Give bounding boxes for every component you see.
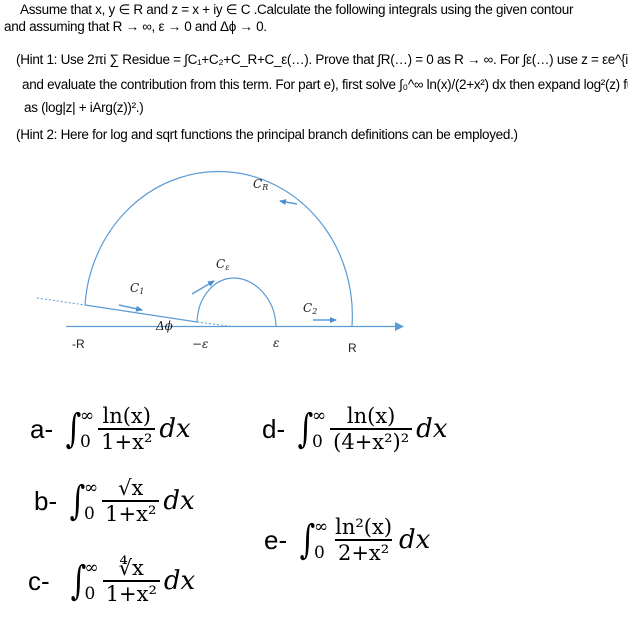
real-axis-arrowhead-icon <box>395 322 404 331</box>
upper-limit: ∞ <box>84 558 99 578</box>
denominator: 1+x² <box>102 500 160 526</box>
label-CR: CR <box>253 177 268 192</box>
denominator: 2+x² <box>334 539 393 565</box>
hint1-line-3: as (log|z| + iArg(z))².) <box>24 100 144 115</box>
differential: dx <box>163 486 195 516</box>
intro-line-1: Assume that x, y ∈ R and z = x + iy ∈ C … <box>20 2 574 17</box>
differential: dx <box>159 414 191 444</box>
label-Ceps: Cε <box>216 257 229 272</box>
integral-c: c- ∫ ∞ 0 ∜x 1+x² dx <box>28 556 195 606</box>
integral-sign-icon: ∫ <box>70 558 86 604</box>
arrow-C1-icon <box>118 304 143 312</box>
contour-diagram: CR Cε C1 C2 Δϕ -R −ε ε R <box>36 170 404 355</box>
hint1-line-1: (Hint 1: Use 2πi ∑ Residue = ∫C₁+C₂+C_R+… <box>16 52 628 67</box>
integral-sign-icon: ∫ <box>65 406 82 452</box>
integral-sign-icon: ∫ <box>69 478 86 524</box>
upper-limit: ∞ <box>83 478 99 498</box>
label-C1: C1 <box>130 281 144 296</box>
label-minus-R: -R <box>72 337 85 351</box>
numerator: √x <box>118 476 144 500</box>
hint1-line-2: and evaluate the contribution from this … <box>22 77 628 92</box>
lower-limit: 0 <box>79 432 91 452</box>
integral-a-label: a- <box>30 413 54 444</box>
lower-limit: 0 <box>311 432 323 452</box>
differential: dx <box>416 414 448 444</box>
integral-d: d- ∫ ∞ 0 ln(x) (4+x²)² dx <box>262 404 447 454</box>
label-delta-phi: Δϕ <box>155 319 173 333</box>
label-eps: ε <box>273 336 279 350</box>
label-minus-eps: −ε <box>192 337 209 351</box>
intro-line-2: and assuming that R → ∞, ε → 0 and Δϕ → … <box>4 19 267 34</box>
numerator: ∜x <box>118 556 144 580</box>
lower-limit: 0 <box>84 584 96 604</box>
numerator: ln(x) <box>102 404 151 428</box>
integral-b: b- ∫ ∞ 0 √x 1+x² dx <box>34 476 195 526</box>
denominator: 1+x² <box>98 428 156 454</box>
integral-sign-icon: ∫ <box>297 406 314 452</box>
dashed-extension-left <box>36 297 86 306</box>
hint2: (Hint 2: Here for log and sqrt functions… <box>16 127 518 142</box>
arrow-CR-icon <box>279 199 298 205</box>
upper-limit: ∞ <box>311 406 327 426</box>
numerator: ln(x) <box>346 404 396 428</box>
label-R: R <box>348 341 357 355</box>
arc-CR <box>84 170 353 327</box>
arc-Ceps <box>196 277 277 327</box>
lower-limit: 0 <box>313 543 325 563</box>
denominator: 1+x² <box>102 580 160 606</box>
dashed-extension-right <box>196 321 233 327</box>
upper-limit: ∞ <box>313 517 329 537</box>
upper-limit: ∞ <box>79 406 95 426</box>
differential: dx <box>399 525 431 555</box>
integral-e-label: e- <box>264 524 288 555</box>
line-C1 <box>84 304 198 323</box>
lower-limit: 0 <box>83 504 95 524</box>
numerator: ln²(x) <box>335 515 393 539</box>
integral-e: e- ∫ ∞ 0 ln²(x) 2+x² dx <box>264 515 430 565</box>
denominator: (4+x²)² <box>330 428 413 454</box>
integral-a: a- ∫ ∞ 0 ln(x) 1+x² dx <box>30 404 191 454</box>
differential: dx <box>163 566 196 596</box>
integral-d-label: d- <box>262 413 286 444</box>
integral-b-label: b- <box>34 485 58 516</box>
integral-sign-icon: ∫ <box>299 517 316 563</box>
integral-c-label: c- <box>28 565 50 596</box>
label-C2: C2 <box>303 301 317 316</box>
